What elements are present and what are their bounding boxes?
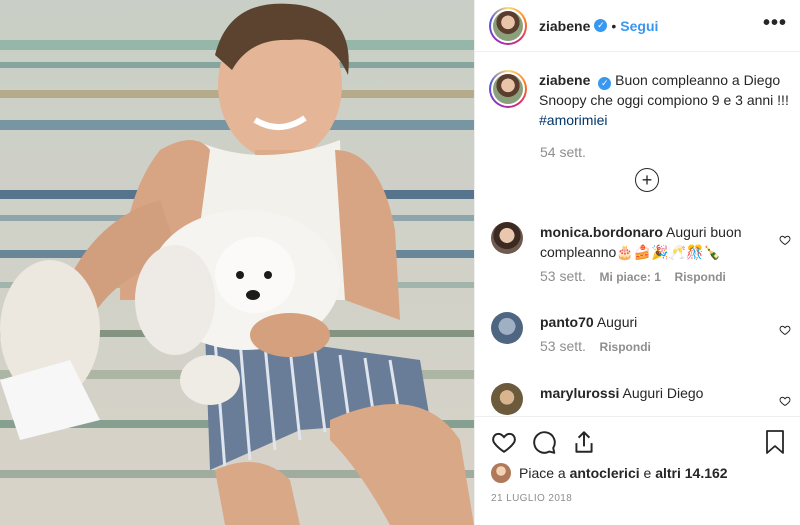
post-photo-illustration bbox=[0, 0, 474, 525]
comment-text: Auguri bbox=[596, 314, 638, 330]
more-icon[interactable]: ••• bbox=[763, 12, 787, 35]
follow-button[interactable]: Segui bbox=[620, 18, 658, 34]
caption-verified-icon: ✓ bbox=[598, 76, 612, 90]
caption-hashtag[interactable]: #amorimiei bbox=[539, 112, 607, 128]
comment-avatar[interactable] bbox=[491, 312, 523, 344]
liker-username[interactable]: antoclerici bbox=[570, 465, 640, 481]
comment-avatar[interactable] bbox=[491, 383, 523, 415]
comment-username[interactable]: marylurossi bbox=[540, 385, 619, 401]
likes-summary: Piace a antoclerici e altri 14.162 bbox=[491, 463, 728, 483]
caption-text-block: ziabene ✓ Buon compleanno a Diego Snoopy… bbox=[539, 70, 789, 130]
comment-body: marylurossi Auguri Diego bbox=[540, 383, 772, 403]
post-header: ziabene ✓ • Segui ••• bbox=[475, 0, 800, 52]
post-photo[interactable] bbox=[0, 0, 474, 525]
avatar-image bbox=[493, 10, 523, 41]
post-actions: Piace a antoclerici e altri 14.162 21 LU… bbox=[475, 416, 800, 525]
caption: ziabene ✓ Buon compleanno a Diego Snoopy… bbox=[489, 70, 789, 130]
caption-username[interactable]: ziabene bbox=[539, 72, 590, 88]
comment-heart-icon[interactable] bbox=[779, 324, 791, 336]
bookmark-button[interactable] bbox=[763, 429, 787, 455]
comment-item: panto70 Auguri 53 sett. Rispondi bbox=[491, 312, 791, 354]
comment-body: panto70 Auguri bbox=[540, 312, 772, 332]
likes-prefix: Piace a bbox=[519, 465, 566, 481]
comment-body: monica.bordonaro Auguri buon compleanno🎂… bbox=[540, 222, 772, 262]
comment-likes[interactable]: Mi piace: 1 bbox=[600, 270, 661, 284]
author-avatar[interactable] bbox=[489, 6, 527, 45]
header-separator: • bbox=[611, 17, 617, 34]
heart-icon[interactable] bbox=[491, 429, 517, 455]
avatar-inner bbox=[491, 8, 525, 43]
caption-time[interactable]: 54 sett. bbox=[540, 144, 586, 160]
comment-item: monica.bordonaro Auguri buon compleanno🎂… bbox=[491, 222, 791, 284]
post-date[interactable]: 21 LUGLIO 2018 bbox=[491, 493, 572, 504]
plus-icon: + bbox=[641, 170, 653, 190]
action-icons bbox=[491, 429, 597, 455]
caption-avatar-inner bbox=[491, 72, 525, 106]
reply-button[interactable]: Rispondi bbox=[675, 270, 726, 284]
post-sidebar: ziabene ✓ • Segui ••• ziabene ✓ Buon com… bbox=[474, 0, 800, 525]
comment-time[interactable]: 53 sett. bbox=[540, 268, 586, 284]
comment-avatar[interactable] bbox=[491, 222, 523, 254]
verified-icon: ✓ bbox=[594, 19, 608, 32]
load-more-comments-button[interactable]: + bbox=[635, 168, 659, 192]
author-username[interactable]: ziabene bbox=[539, 18, 590, 34]
comment-item: marylurossi Auguri Diego bbox=[491, 383, 791, 415]
comment-text: Auguri Diego bbox=[622, 385, 704, 401]
comment-heart-icon[interactable] bbox=[779, 395, 791, 407]
bookmark-icon[interactable] bbox=[763, 429, 787, 455]
likes-middle: e bbox=[643, 465, 652, 481]
caption-avatar-image bbox=[493, 74, 523, 104]
comment-username[interactable]: panto70 bbox=[540, 314, 594, 330]
caption-avatar[interactable] bbox=[489, 70, 527, 108]
comment-username[interactable]: monica.bordonaro bbox=[540, 224, 663, 240]
comment-meta: 53 sett. Rispondi bbox=[540, 338, 791, 354]
share-icon[interactable] bbox=[571, 429, 597, 455]
comment-time[interactable]: 53 sett. bbox=[540, 338, 586, 354]
comment-heart-icon[interactable] bbox=[779, 234, 791, 246]
liker-avatar[interactable] bbox=[491, 463, 511, 483]
reply-button[interactable]: Rispondi bbox=[600, 340, 651, 354]
likes-count[interactable]: altri 14.162 bbox=[655, 465, 727, 481]
comment-icon[interactable] bbox=[531, 429, 557, 455]
comment-meta: 53 sett. Mi piace: 1 Rispondi bbox=[540, 268, 791, 284]
